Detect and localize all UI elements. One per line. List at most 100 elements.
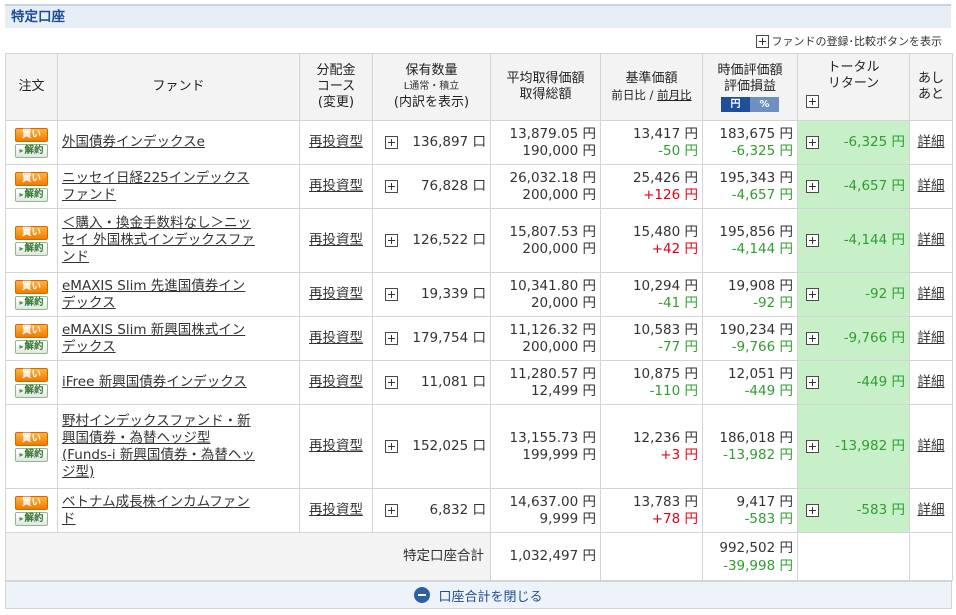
plus-square-icon[interactable] [385,234,398,247]
nav-cell: 25,426 円 +126 円 [600,164,703,209]
total-valuation: 992,502 円 -39,998 円 [702,532,798,581]
quantity-cell: 6,832 口 [372,488,491,533]
buy-button[interactable]: 買い [15,225,48,240]
course-cell: 再投資型 [299,316,373,361]
header-quantity: 保有数量 L通常・積立 (内訳を表示) [372,53,491,121]
course-link[interactable]: 再投資型 [309,330,363,346]
plus-square-icon[interactable] [806,504,819,517]
plus-square-icon[interactable] [806,234,819,247]
table-row: 買い解約 ＜購入・換金手数料なし＞ニッセイ 外国株式インデックスファンド 再投資型 1… [5,208,953,273]
fund-link[interactable]: ＜購入・換金手数料なし＞ニッ セイ 外国株式インデックスファ ンド [62,215,255,265]
plus-square-icon[interactable] [385,136,398,149]
detail-link[interactable]: 詳細 [918,502,945,518]
plus-square-icon[interactable] [385,376,398,389]
buy-button[interactable]: 買い [15,127,48,142]
sell-button[interactable]: 解約 [15,241,48,256]
buy-button[interactable]: 買い [15,495,48,510]
sell-button[interactable]: 解約 [15,339,48,354]
section-title: 特定口座 [5,4,951,28]
buy-button[interactable]: 買い [15,171,48,186]
nav-cell: 15,480 円 +42 円 [600,208,703,273]
total-return-cell: -6,325 円 [797,120,910,165]
valuation-cell: 183,675 円 -6,325 円 [702,120,798,165]
buy-button[interactable]: 買い [15,367,48,382]
valuation-cell: 9,417 円 -583 円 [702,488,798,533]
sell-button[interactable]: 解約 [15,383,48,398]
plus-square-icon[interactable] [806,136,819,149]
order-cell: 買い解約 [5,488,58,533]
detail-link[interactable]: 詳細 [918,374,945,390]
fund-link[interactable]: ベトナム成長株インカムファンド [62,494,250,527]
course-link[interactable]: 再投資型 [309,178,363,194]
course-cell: 再投資型 [299,208,373,273]
fund-name-cell: ベトナム成長株インカムファンド [57,488,300,533]
sell-button[interactable]: 解約 [15,143,48,158]
detail-link[interactable]: 詳細 [918,178,945,194]
plus-square-icon[interactable] [806,332,819,345]
detail-link[interactable]: 詳細 [918,134,945,150]
fund-link[interactable]: 野村インデックスファンド・新 興国債券・為替ヘッジ型 (Funds-i 新興国債券・… [62,413,255,480]
valuation-cell: 12,051 円 -449 円 [702,360,798,405]
detail-cell: 詳細 [909,360,953,405]
plus-square-icon[interactable] [385,440,398,453]
fund-name-cell: eMAXIS Slim 先進国債券イン デックス [57,272,300,317]
show-breakdown-link[interactable]: (内訳を表示) [375,95,488,111]
plus-square-icon[interactable] [385,180,398,193]
course-link[interactable]: 再投資型 [309,438,363,454]
plus-square-icon[interactable] [385,288,398,301]
fund-name-cell: ニッセイ日経225インデックス ファンド [57,164,300,209]
plus-square-icon[interactable] [806,288,819,301]
quantity-cell: 11,081 口 [372,360,491,405]
plus-square-icon[interactable] [385,504,398,517]
total-acquisition: 1,032,497 円 [490,532,601,581]
course-link[interactable]: 再投資型 [309,374,363,390]
detail-cell: 詳細 [909,208,953,273]
course-cell: 再投資型 [299,360,373,405]
show-compare-buttons-toggle[interactable]: ファンドの登録･比較ボタンを表示 [755,33,943,49]
buy-button[interactable]: 買い [15,323,48,338]
fund-link[interactable]: iFree 新興国債券インデックス [62,374,247,390]
detail-cell: 詳細 [909,164,953,209]
detail-link[interactable]: 詳細 [918,286,945,302]
sell-button[interactable]: 解約 [15,447,48,462]
fund-link[interactable]: eMAXIS Slim 先進国債券イン デックス [62,278,245,311]
fund-name-cell: eMAXIS Slim 新興国株式イン デックス [57,316,300,361]
sell-button[interactable]: 解約 [15,511,48,526]
fund-name-cell: ＜購入・換金手数料なし＞ニッ セイ 外国株式インデックスファ ンド [57,208,300,273]
table-row: 買い解約eMAXIS Slim 先進国債券インデックス再投資型19,339 口1… [5,272,953,317]
sell-button[interactable]: 解約 [15,295,48,310]
fund-link[interactable]: 外国債券インデックスe [62,134,205,150]
fund-link[interactable]: eMAXIS Slim 新興国株式イン デックス [62,322,245,355]
fund-link[interactable]: ニッセイ日経225インデックス ファンド [62,170,249,203]
close-account-total-button[interactable]: 口座合計を閉じる [5,581,952,609]
plus-square-icon[interactable] [806,180,819,193]
plus-square-icon[interactable] [806,440,819,453]
sell-button[interactable]: 解約 [15,187,48,202]
detail-cell: 詳細 [909,272,953,317]
header-avg-price: 平均取得価額 取得総額 [490,53,601,121]
plus-square-icon[interactable] [806,95,819,108]
course-link[interactable]: 再投資型 [309,134,363,150]
table-row: 買い解約ニッセイ日経225インデックスファンド 再投資型 76,828 口26,03… [5,164,953,209]
course-link[interactable]: 再投資型 [309,286,363,302]
order-cell: 買い解約 [5,120,58,165]
plus-square-icon[interactable] [806,376,819,389]
detail-link[interactable]: 詳細 [918,438,945,454]
buy-button[interactable]: 買い [15,279,48,294]
valuation-cell: 195,343 円 -4,657 円 [702,164,798,209]
course-link[interactable]: 再投資型 [309,502,363,518]
unit-tab-percent[interactable]: % [750,96,779,112]
prev-month-link[interactable]: 前月比 [657,88,692,102]
detail-link[interactable]: 詳細 [918,330,945,346]
toggle-label: ファンドの登録･比較ボタンを表示 [771,35,943,48]
unit-tab-yen[interactable]: 円 [721,96,750,112]
buy-button[interactable]: 買い [15,431,48,446]
table-row: 買い解約外国債券インデックスe 再投資型 136,897 口13,879.05 円1… [5,120,953,165]
header-course: 分配金 コース (変更) [299,53,373,121]
course-link[interactable]: 再投資型 [309,232,363,248]
quantity-cell: 76,828 口 [372,164,491,209]
order-cell: 買い解約 [5,272,58,317]
detail-link[interactable]: 詳細 [918,232,945,248]
total-label: 特定口座合計 [5,532,491,581]
plus-square-icon[interactable] [385,332,398,345]
